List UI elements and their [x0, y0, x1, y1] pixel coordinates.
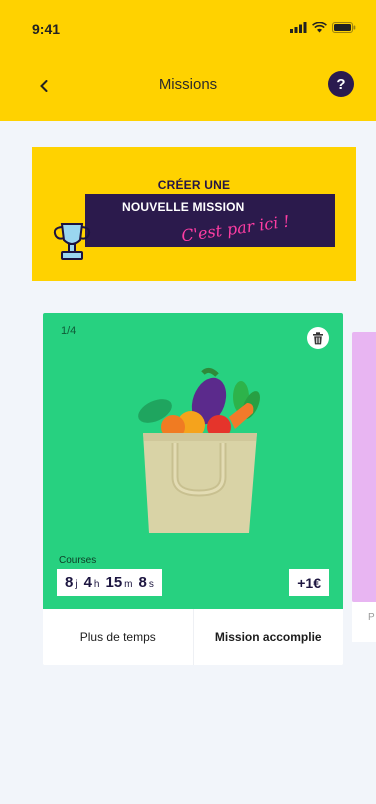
help-button[interactable]: ?	[328, 71, 354, 97]
banner-purple-block: NOUVELLE MISSION C'est par ici !	[85, 194, 335, 247]
timer-days: 8	[65, 574, 74, 591]
signal-icon	[290, 22, 307, 33]
timer-seconds: 8	[138, 574, 147, 591]
mission-done-button[interactable]: Mission accomplie	[193, 609, 343, 665]
mission-count: 1/4	[61, 325, 77, 337]
banner-title-line1: CRÉER UNE	[157, 178, 231, 192]
countdown-timer: 8 j 4 h 15 m 8 s	[57, 569, 162, 596]
status-icons	[290, 22, 356, 33]
create-mission-banner[interactable]: CRÉER UNE NOUVELLE MISSION C'est par ici…	[32, 147, 356, 281]
header: 9:41 Missions ?	[0, 0, 376, 121]
mission-image: 1/4 Courses 8 j 4 h 15 m 8 s +1€	[43, 313, 343, 609]
next-card-footer: P	[352, 602, 376, 642]
timer-hours-unit: h	[93, 579, 100, 590]
timer-seconds-unit: s	[148, 579, 154, 590]
status-time: 9:41	[32, 21, 61, 37]
mission-card[interactable]: 1/4 Courses 8 j 4 h 15 m 8 s +1€ Plus de…	[43, 313, 343, 665]
trophy-icon	[53, 223, 91, 260]
trash-icon	[313, 331, 323, 344]
battery-icon	[332, 22, 356, 33]
next-card-footer-text: P	[368, 612, 375, 623]
mission-category: Courses	[59, 555, 97, 566]
next-mission-card-peek[interactable]	[352, 332, 376, 602]
card-actions: Plus de temps Mission accomplie	[43, 609, 343, 665]
grocery-bag-illustration	[138, 367, 260, 533]
banner-title-line2: NOUVELLE MISSION	[122, 200, 245, 214]
timer-hours: 4	[83, 574, 92, 591]
timer-days-unit: j	[75, 579, 78, 590]
timer-minutes-unit: m	[124, 579, 133, 590]
timer-minutes: 15	[105, 574, 123, 591]
page-title: Missions	[158, 76, 218, 93]
delete-button[interactable]	[307, 327, 329, 349]
more-time-button[interactable]: Plus de temps	[43, 609, 194, 665]
banner-script-text: C'est par ici !	[180, 211, 291, 246]
reward-badge: +1€	[289, 569, 329, 596]
wifi-icon	[312, 22, 327, 33]
